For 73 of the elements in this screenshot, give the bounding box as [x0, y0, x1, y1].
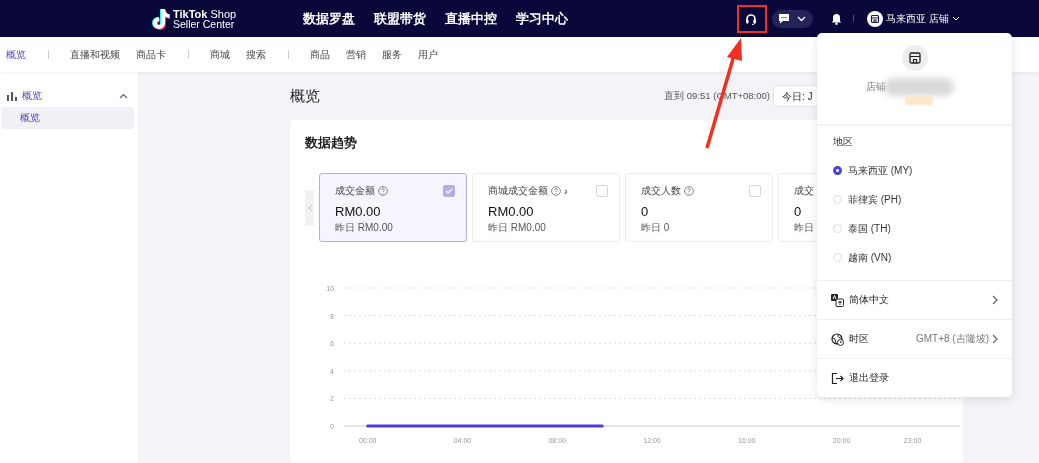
caret-icon: [797, 15, 807, 22]
metric-card[interactable]: 成交人数 0 昨日 0: [625, 173, 773, 242]
sub-nav-tab[interactable]: 直播和视频: [70, 47, 120, 62]
logo-text: TikTok Shop: [173, 8, 237, 19]
headset-icon[interactable]: [745, 12, 758, 25]
bar-chart-icon: [7, 91, 17, 101]
chat-icon: [778, 13, 791, 24]
metric-card[interactable]: 商城成交金额 › RM0.00 昨日 RM0.00: [472, 173, 620, 242]
radio-button[interactable]: [833, 166, 842, 175]
region-option[interactable]: 越南 (VN): [833, 243, 1012, 272]
nav-link[interactable]: 数据罗盘: [303, 9, 355, 28]
highlight-box: [737, 5, 767, 33]
sub-nav-tab[interactable]: 营销: [346, 47, 366, 62]
chevron-up-icon: [119, 93, 128, 99]
chevron-icon[interactable]: ›: [564, 185, 568, 197]
nav-link[interactable]: 学习中心: [516, 9, 568, 28]
logout-icon: [831, 371, 844, 385]
checkbox[interactable]: [443, 185, 455, 197]
help-icon[interactable]: [378, 186, 388, 196]
metric-value: RM0.00: [335, 204, 382, 219]
metric-label: 成交金额: [335, 184, 375, 198]
sub-nav-tab[interactable]: 概览: [6, 47, 26, 62]
store-icon: [901, 45, 928, 71]
page-title: 概览: [290, 86, 320, 106]
sub-nav-tab[interactable]: 商品: [310, 47, 330, 62]
chevron-right-icon: [992, 295, 998, 305]
section-label: 概览: [22, 89, 42, 103]
metric-label: 商城成交金额: [488, 184, 548, 198]
metric-previous: 昨日 RM0.00: [488, 221, 547, 235]
timezone-item[interactable]: 时区 GMT+8 (吉隆坡): [817, 320, 1012, 359]
metric-value: 0: [641, 204, 650, 219]
nav-link[interactable]: 联盟带货: [374, 9, 426, 28]
metric-value: 0: [794, 204, 803, 219]
metric-value: RM0.00: [488, 204, 535, 219]
sub-nav-tab[interactable]: 搜索: [246, 47, 266, 62]
note-logo-icon: [150, 7, 170, 30]
blurred-badge: [904, 96, 933, 105]
metric-label: 成交人数: [641, 184, 681, 198]
metric-previous: 昨日 RM0.00: [335, 221, 394, 235]
sub-nav-tab[interactable]: 用户: [418, 47, 438, 62]
region-heading: 地区: [833, 136, 854, 149]
caret-icon: [952, 16, 960, 21]
chevron-left-icon: [306, 203, 313, 212]
checkbox[interactable]: [596, 185, 608, 197]
sidebar-item[interactable]: 概览: [1, 107, 134, 129]
store-label: 店铺: [865, 80, 886, 94]
metric-card[interactable]: 成交 0 昨日: [778, 173, 816, 242]
translate-icon: [831, 293, 844, 307]
language-item[interactable]: 简体中文: [817, 281, 1012, 320]
metric-previous: 昨日: [794, 221, 815, 235]
bell-icon[interactable]: [831, 12, 843, 25]
store-icon: [867, 10, 884, 27]
chevron-right-icon: [992, 334, 998, 344]
help-icon[interactable]: [551, 186, 561, 196]
timezone-value: GMT+8 (吉隆坡): [915, 332, 989, 346]
region-option[interactable]: 菲律宾 (PH): [833, 185, 1012, 214]
region-option[interactable]: 泰国 (TH): [833, 214, 1012, 243]
metric-label: 成交: [794, 184, 814, 198]
nav-link[interactable]: 直播中控: [445, 9, 497, 28]
sub-nav-tab[interactable]: 服务: [382, 47, 402, 62]
metric-card[interactable]: 成交金额 RM0.00 昨日 RM0.00: [319, 173, 467, 242]
account-menu-button[interactable]: 马来西亚 店铺: [867, 10, 960, 27]
logout-item[interactable]: 退出登录: [817, 359, 1012, 397]
sub-nav-tab[interactable]: 商品卡: [136, 47, 166, 62]
region-option[interactable]: 马来西亚 (MY): [833, 156, 1012, 185]
chat-button[interactable]: [772, 9, 814, 28]
sidebar-section[interactable]: 概览: [0, 87, 138, 105]
help-icon[interactable]: [684, 186, 694, 196]
panel-title: 数据趋势: [305, 134, 357, 152]
sub-nav-tab[interactable]: 商城: [210, 47, 230, 62]
metric-previous: 昨日 0: [641, 221, 671, 235]
globe-clock-icon: [831, 332, 844, 346]
checkbox[interactable]: [749, 185, 761, 197]
